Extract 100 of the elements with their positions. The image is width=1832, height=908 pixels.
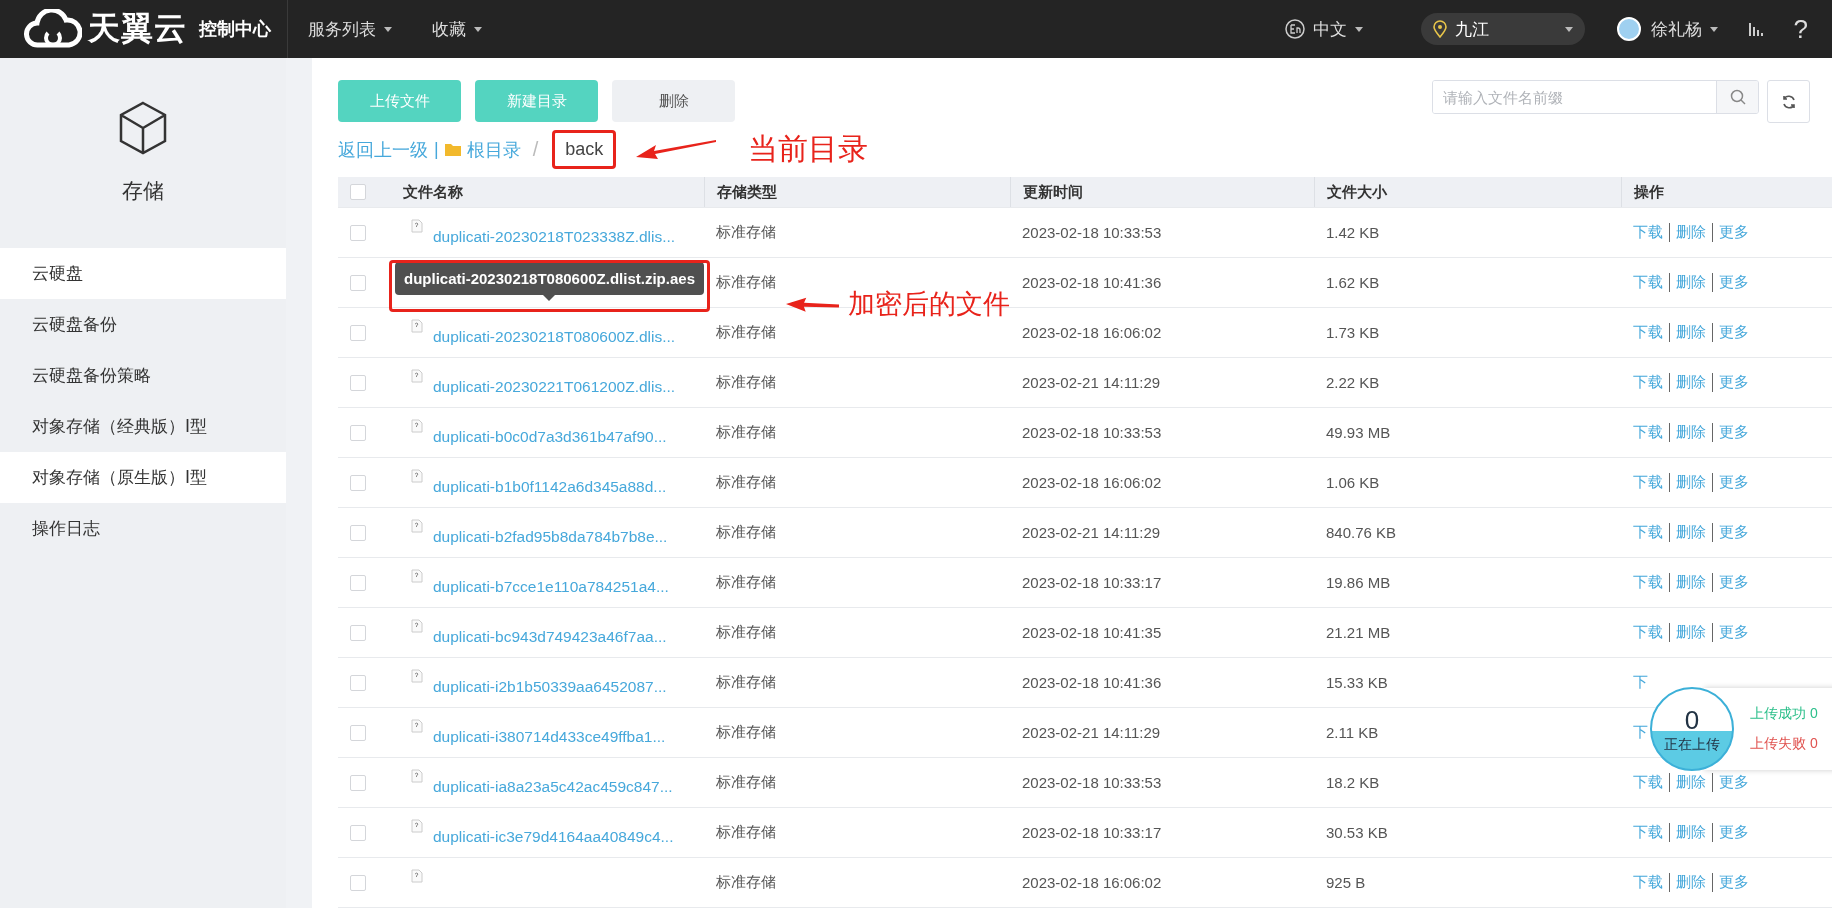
row-checkbox[interactable]	[350, 624, 366, 641]
action-link[interactable]: 下载	[1633, 223, 1663, 242]
action-link[interactable]: 更多	[1712, 473, 1749, 492]
table-cell-text: 标准存储	[715, 473, 777, 492]
file-name-link[interactable]: duplicati-20230218T023338Z.dlis...	[433, 227, 676, 246]
action-link[interactable]: 更多	[1712, 273, 1749, 292]
action-link[interactable]: 下载	[1633, 273, 1663, 292]
action-link[interactable]: 更多	[1712, 623, 1749, 642]
action-button[interactable]: 新建目录	[475, 80, 598, 122]
sidebar-item[interactable]: 对象存储（经典版）Ⅰ型	[0, 401, 286, 452]
action-link[interactable]: 下载	[1633, 623, 1663, 642]
row-checkbox[interactable]	[350, 874, 366, 891]
action-link[interactable]: 删除	[1669, 823, 1706, 842]
table-cell-text: 标准存储	[715, 623, 777, 642]
action-link[interactable]: 下载	[1633, 523, 1663, 542]
table-cell-text: 2023-02-21 14:11:29	[1021, 724, 1162, 741]
action-link[interactable]: 下载	[1633, 473, 1663, 492]
file-icon	[411, 219, 423, 233]
sidebar-item[interactable]: 云硬盘备份	[0, 299, 286, 350]
action-link[interactable]: 下载	[1633, 873, 1663, 892]
file-name-link[interactable]: duplicati-ic3e79d4164aa40849c4...	[433, 827, 674, 846]
table-cell-text: 标准存储	[715, 723, 777, 742]
row-checkbox[interactable]	[350, 274, 366, 291]
row-checkbox[interactable]	[350, 324, 366, 341]
file-name-link[interactable]: duplicati-ia8a23a5c42ac459c847...	[433, 777, 673, 796]
action-link[interactable]: 删除	[1669, 623, 1706, 642]
row-checkbox[interactable]	[350, 474, 366, 491]
action-link[interactable]: 删除	[1669, 473, 1706, 492]
action-button[interactable]: 上传文件	[338, 80, 461, 122]
row-checkbox[interactable]	[350, 224, 366, 241]
avatar[interactable]	[1616, 17, 1641, 41]
delete-button[interactable]: 删除	[612, 80, 735, 122]
nav-menu[interactable]: 收藏	[412, 17, 502, 41]
action-link[interactable]: 下载	[1633, 423, 1663, 442]
row-checkbox[interactable]	[350, 374, 366, 391]
select-all-checkbox[interactable]	[350, 184, 366, 200]
action-link[interactable]: 删除	[1669, 323, 1706, 342]
refresh-button[interactable]	[1767, 80, 1810, 123]
action-link[interactable]: 下载	[1633, 573, 1663, 592]
sidebar-item[interactable]: 云硬盘备份策略	[0, 350, 286, 401]
action-link[interactable]: 删除	[1669, 773, 1706, 792]
row-checkbox[interactable]	[350, 574, 366, 591]
action-link[interactable]: 删除	[1669, 523, 1706, 542]
action-link[interactable]: 更多	[1712, 323, 1749, 342]
action-link[interactable]: 删除	[1669, 373, 1706, 392]
table-cell-text: 21.21 MB	[1325, 624, 1392, 641]
root-link[interactable]: 根目录	[466, 137, 521, 162]
bar-chart-icon[interactable]	[1747, 21, 1764, 37]
action-link[interactable]: 更多	[1712, 823, 1749, 842]
language-selector[interactable]: 中文	[1284, 17, 1363, 41]
table-cell-text: 840.76 KB	[1325, 524, 1398, 541]
file-name-link[interactable]: duplicati-i2b1b50339aa6452087...	[433, 677, 667, 696]
action-link[interactable]: 下载	[1633, 823, 1663, 842]
file-name-link[interactable]: duplicati-bc943d749423a46f7aa...	[433, 627, 667, 646]
row-checkbox[interactable]	[350, 774, 366, 791]
search-icon[interactable]	[1729, 89, 1746, 105]
action-link[interactable]: 更多	[1712, 373, 1749, 392]
row-checkbox[interactable]	[350, 724, 366, 741]
row-checkbox[interactable]	[350, 674, 366, 691]
action-link[interactable]: 删除	[1669, 273, 1706, 292]
action-link[interactable]: 删除	[1669, 423, 1706, 442]
file-name-link[interactable]: duplicati-b7cce1e110a784251a4...	[433, 577, 669, 596]
file-name-link[interactable]: duplicati-b2fad95b8da784b7b8e...	[433, 527, 668, 546]
action-link[interactable]: 删除	[1669, 223, 1706, 242]
action-link[interactable]: 下	[1633, 673, 1648, 692]
back-link[interactable]: 返回上一级	[338, 137, 428, 162]
action-link[interactable]: 更多	[1712, 573, 1749, 592]
file-name-link[interactable]: duplicati-20230221T061200Z.dlis...	[433, 377, 676, 396]
action-link[interactable]: 删除	[1669, 873, 1706, 892]
action-link[interactable]: 下载	[1633, 773, 1663, 792]
table-cell-text: 标准存储	[715, 823, 777, 842]
table-cell-text: 标准存储	[715, 573, 777, 592]
upload-failed-count: 上传失败 0	[1750, 735, 1819, 753]
action-link[interactable]: 更多	[1712, 773, 1749, 792]
row-checkbox[interactable]	[350, 824, 366, 841]
region-selector[interactable]: 九江	[1420, 13, 1585, 45]
action-link[interactable]: 更多	[1712, 523, 1749, 542]
file-name-link[interactable]: duplicati-i380714d433ce49ffba1...	[433, 727, 666, 746]
action-link[interactable]: 更多	[1712, 873, 1749, 892]
action-link[interactable]: 更多	[1712, 423, 1749, 442]
user-menu[interactable]: 徐礼杨	[1650, 17, 1718, 41]
sidebar-item[interactable]: 对象存储（原生版）Ⅰ型	[0, 452, 286, 503]
sidebar-item[interactable]: 操作日志	[0, 503, 286, 554]
table-cell-text: 2023-02-18 16:06:02	[1021, 324, 1163, 341]
action-link[interactable]: 下载	[1633, 323, 1663, 342]
file-name-link[interactable]: duplicati-20230218T080600Z.dlis...	[433, 327, 676, 346]
action-link[interactable]: 下	[1633, 723, 1648, 742]
sidebar-item[interactable]: 云硬盘	[0, 248, 286, 299]
action-link[interactable]: 下载	[1633, 373, 1663, 392]
annotation-note: 加密后的文件	[848, 288, 1010, 321]
nav-menu[interactable]: 服务列表	[288, 17, 412, 41]
row-checkbox[interactable]	[350, 524, 366, 541]
search-field[interactable]: 请输入文件名前缀	[1432, 80, 1759, 114]
help-icon[interactable]: ?	[1793, 13, 1808, 45]
table-cell-text: 标准存储	[715, 423, 777, 442]
file-name-link[interactable]: duplicati-b0c0d7a3d361b47af90...	[433, 427, 667, 446]
action-link[interactable]: 删除	[1669, 573, 1706, 592]
action-link[interactable]: 更多	[1712, 223, 1749, 242]
row-checkbox[interactable]	[350, 424, 366, 441]
file-name-link[interactable]: duplicati-b1b0f1142a6d345a88d...	[433, 477, 667, 496]
